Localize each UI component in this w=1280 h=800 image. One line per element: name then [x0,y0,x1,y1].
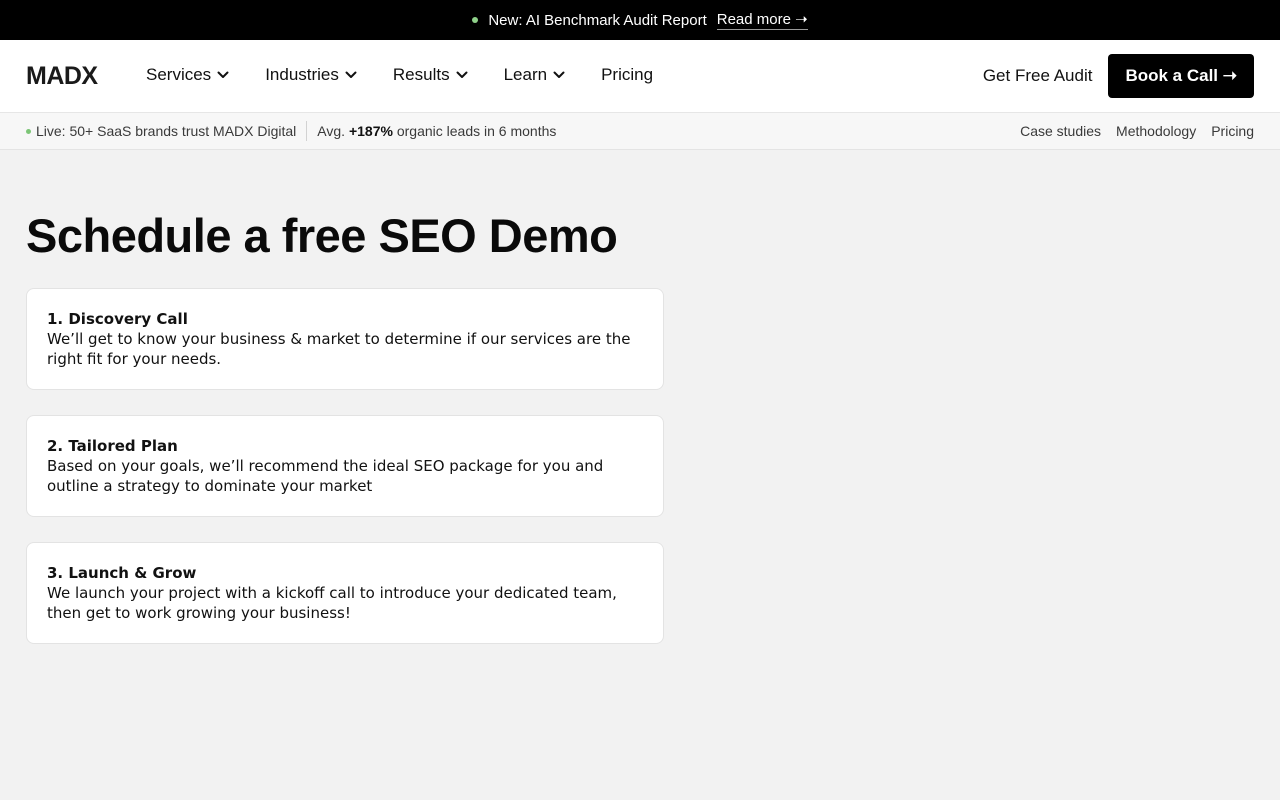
nav-item-label: Services [146,65,212,84]
step-card-launch-grow: 3. Launch & Grow We launch your project … [26,542,664,644]
announcement-text: New: AI Benchmark Audit Report [488,11,707,29]
nav-menu: Services Industries Results Learn Pricin… [146,65,689,85]
avg-value: +187% [348,123,393,139]
chevron-down-icon [345,71,357,79]
step-title: 2. Tailored Plan [47,437,178,455]
announcement-read-more-link[interactable]: Read more ➝ [716,10,808,30]
get-free-audit-link[interactable]: Get Free Audit [983,66,1093,86]
live-dot-icon [26,128,31,134]
trust-stats: Live: 50+ SaaS brands trust MADX Digital… [26,113,556,149]
pricing-link[interactable]: Pricing [1211,123,1254,139]
live-text: Live: 50+ SaaS brands trust MADX Digital [36,123,297,139]
chevron-down-icon [456,71,468,79]
nav-item-pricing[interactable]: Pricing [601,65,653,85]
subbar-links: Case studies Methodology Pricing [1005,113,1254,149]
nav-item-results[interactable]: Results [393,65,468,85]
nav-item-learn[interactable]: Learn [504,65,565,85]
chevron-down-icon [217,71,229,79]
chevron-down-icon [553,71,565,79]
step-card-tailored-plan: 2. Tailored Plan Based on your goals, we… [26,415,664,517]
avg-suffix: organic leads in 6 months [396,123,557,139]
trust-bar: Live: 50+ SaaS brands trust MADX Digital… [0,113,1280,150]
announcement-bar: New: AI Benchmark Audit Report Read more… [0,0,1280,40]
nav-item-label: Pricing [601,65,654,84]
step-title: 1. Discovery Call [47,310,188,328]
avg-prefix: Avg. [317,123,346,139]
main-navbar: MADX Services Industries Results Learn P… [0,40,1280,113]
step-description: We’ll get to know your business & market… [47,330,631,368]
methodology-link[interactable]: Methodology [1116,123,1196,139]
nav-actions: Get Free Audit Book a Call ➝ [983,54,1254,98]
page-title: Schedule a free SEO Demo [26,209,618,262]
nav-item-industries[interactable]: Industries [265,65,357,85]
status-dot-icon [472,17,479,23]
nav-item-label: Industries [265,65,339,84]
step-card-discovery: 1. Discovery Call We’ll get to know your… [26,288,664,390]
nav-item-label: Learn [503,65,548,84]
book-a-call-button[interactable]: Book a Call ➝ [1108,54,1254,98]
step-description: We launch your project with a kickoff ca… [47,584,617,622]
step-title: 3. Launch & Grow [47,564,197,582]
nav-item-label: Results [392,65,450,84]
step-description: Based on your goals, we’ll recommend the… [47,457,604,495]
nav-item-services[interactable]: Services [146,65,229,85]
divider [306,121,308,141]
madx-logo[interactable]: MADX [26,62,98,91]
case-studies-link[interactable]: Case studies [1020,123,1101,139]
